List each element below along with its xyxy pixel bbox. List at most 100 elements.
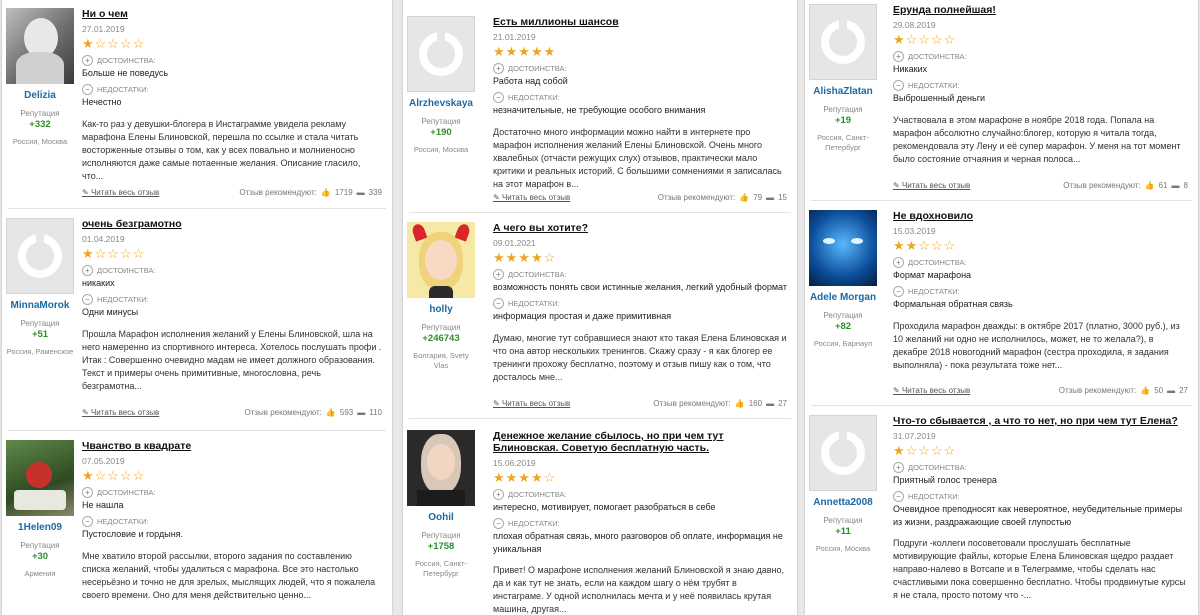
comment-icon[interactable]: ▬ [766, 193, 774, 202]
comment-icon[interactable]: ▬ [1167, 386, 1175, 395]
review-date: 29.08.2019 [893, 20, 936, 30]
read-full-link[interactable]: ✎ Читать весь отзыв [82, 408, 159, 417]
read-full-link[interactable]: ✎ Читать весь отзыв [893, 386, 970, 395]
read-full-link[interactable]: ✎ Читать весь отзыв [82, 188, 159, 197]
review-footer: ✎ Читать весь отзыв Отзыв рекомендуют: 👍 1… [82, 188, 382, 200]
comment-icon[interactable]: ▬ [766, 399, 774, 408]
minus-icon: − [82, 515, 93, 527]
reputation-value: +19 [834, 115, 852, 126]
thumbs-up-icon[interactable]: 👍 [739, 193, 749, 202]
read-full-link[interactable]: ✎ Читать весь отзыв [493, 193, 570, 202]
cons-label: − НЕДОСТАТКИ: [493, 91, 787, 105]
review-date: 27.01.2019 [82, 24, 125, 34]
plus-icon: + [82, 264, 93, 276]
username[interactable]: 1Helen09 [6, 522, 74, 533]
plus-icon: + [893, 50, 904, 62]
review-body: Денежное желание сбылось, но при чем тут… [493, 430, 787, 615]
avatar[interactable] [809, 210, 877, 286]
review-body: Ерунда полнейшая! 29.08.2019 ★☆☆☆☆ + ДОСТ… [893, 4, 1188, 166]
review-title[interactable]: Есть миллионы шансов [493, 16, 787, 28]
avatar[interactable] [407, 430, 475, 506]
reputation-value: +246743 [422, 333, 460, 344]
review-card: Oohil Репутация +1758 Россия, Санкт-Пете… [403, 430, 797, 615]
review-date: 15.06.2019 [493, 458, 536, 468]
pros-text: Работа над собой [493, 76, 568, 86]
review-title[interactable]: Чванство в квадрате [82, 440, 382, 452]
username[interactable]: MinnaMorok [6, 300, 74, 311]
thumbs-up-icon[interactable]: 👍 [1145, 181, 1155, 190]
reputation-label: Репутация [421, 531, 461, 540]
user-location: Россия, Санкт-Петербург [817, 133, 869, 152]
review-footer: ✎ Читать весь отзыв Отзыв рекомендуют: 👍 5… [893, 386, 1188, 398]
review-title[interactable]: Что-то сбывается , а что то нет, но при … [893, 415, 1188, 427]
avatar[interactable] [6, 440, 74, 516]
review-footer: ✎ Читать весь отзыв Отзыв рекомендуют: 👍 6… [893, 181, 1188, 193]
recommend-stats: Отзыв рекомендуют: 👍 1719 ▬ 339 [239, 188, 382, 197]
reviews-column-1: Delizia Репутация +332 Россия, Москва Ни… [2, 0, 392, 615]
review-text: Как-то раз у девушки-блогера в Инстаграм… [82, 118, 361, 181]
thumbs-up-icon[interactable]: 👍 [735, 399, 745, 408]
rating-stars: ★☆☆☆☆ [82, 467, 146, 483]
thumbs-up-icon[interactable]: 👍 [321, 188, 331, 197]
avatar[interactable] [6, 8, 74, 84]
username[interactable]: Annetta2008 [809, 497, 877, 508]
reviews-column-3: AlishaZlatan Репутация +19 Россия, Санкт… [805, 0, 1198, 615]
rating-stars: ★★★★☆ [493, 469, 557, 485]
review-title[interactable]: Не вдохновило [893, 210, 1188, 222]
pros-text: Не нашла [82, 500, 124, 510]
user-location: Россия, Москва [815, 544, 871, 553]
review-text: Привет! О марафоне исполнения желаний Бл… [493, 565, 784, 614]
read-full-link[interactable]: ✎ Читать весь отзыв [893, 181, 970, 190]
username[interactable]: Oohil [407, 512, 475, 523]
cons-label: − НЕДОСТАТКИ: [493, 297, 787, 311]
review-title[interactable]: очень безграмотно [82, 218, 382, 230]
review-text: Участвовала в этом марафоне в ноябре 201… [893, 114, 1181, 164]
read-full-link[interactable]: ✎ Читать весь отзыв [493, 399, 570, 408]
username[interactable]: AlishaZlatan [809, 86, 877, 97]
review-title[interactable]: Ни о чем [82, 8, 382, 20]
cons-label: − НЕДОСТАТКИ: [893, 285, 1188, 299]
likes-count: 160 [748, 399, 763, 408]
rating-stars: ★★★★☆ [493, 249, 557, 265]
avatar[interactable] [6, 218, 74, 294]
username[interactable]: Adele Morgan [809, 292, 877, 303]
user-info: Annetta2008 Репутация +11 Россия, Москва [809, 415, 877, 554]
minus-icon: − [893, 285, 904, 297]
username[interactable]: Delizia [6, 90, 74, 101]
thumbs-up-icon[interactable]: 👍 [1140, 386, 1150, 395]
username[interactable]: Alrzhevskaya [407, 98, 475, 109]
avatar[interactable] [809, 415, 877, 491]
reputation-label: Репутация [20, 109, 60, 118]
comment-icon[interactable]: ▬ [357, 188, 365, 197]
review-text: Достаточно много информации можно найти … [493, 126, 782, 189]
reputation-value: +51 [31, 329, 49, 340]
user-info: Alrzhevskaya Репутация +190 Россия, Моск… [407, 16, 475, 155]
avatar[interactable] [407, 222, 475, 298]
review-body: Есть миллионы шансов 21.01.2019 ★★★★★ + Д… [493, 16, 787, 191]
minus-icon: − [493, 297, 504, 309]
username[interactable]: holly [407, 304, 475, 315]
avatar[interactable] [407, 16, 475, 92]
cons-label: − НЕДОСТАТКИ: [493, 517, 787, 531]
comment-icon[interactable]: ▬ [1172, 181, 1180, 190]
pros-text: никаких [82, 278, 115, 288]
review-title[interactable]: Денежное желание сбылось, но при чем тут… [493, 430, 787, 454]
review-title[interactable]: А чего вы хотите? [493, 222, 787, 234]
thumbs-up-icon[interactable]: 👍 [326, 408, 336, 417]
review-title[interactable]: Ерунда полнейшая! [893, 4, 1188, 16]
review-card: Annetta2008 Репутация +11 Россия, Москва… [805, 415, 1198, 615]
reputation-value: +190 [430, 127, 452, 138]
avatar[interactable] [809, 4, 877, 80]
comment-icon[interactable]: ▬ [357, 408, 365, 417]
plus-icon: + [493, 268, 504, 280]
pros-label: + ДОСТОИНСТВА: [493, 488, 787, 502]
cons-label: − НЕДОСТАТКИ: [82, 515, 382, 529]
review-date: 01.04.2019 [82, 234, 125, 244]
review-date: 31.07.2019 [893, 431, 936, 441]
review-text: Проходила марафон дважды: в октябре 2017… [893, 320, 1180, 370]
cons-text: информация простая и даже примитивная [493, 311, 672, 321]
pros-text: интересно, мотивирует, помогает разобрат… [493, 502, 716, 512]
rating-stars: ★☆☆☆☆ [82, 245, 146, 261]
user-info: holly Репутация +246743 Болгария, Svety … [407, 222, 475, 371]
comments-count: 15 [778, 193, 787, 202]
